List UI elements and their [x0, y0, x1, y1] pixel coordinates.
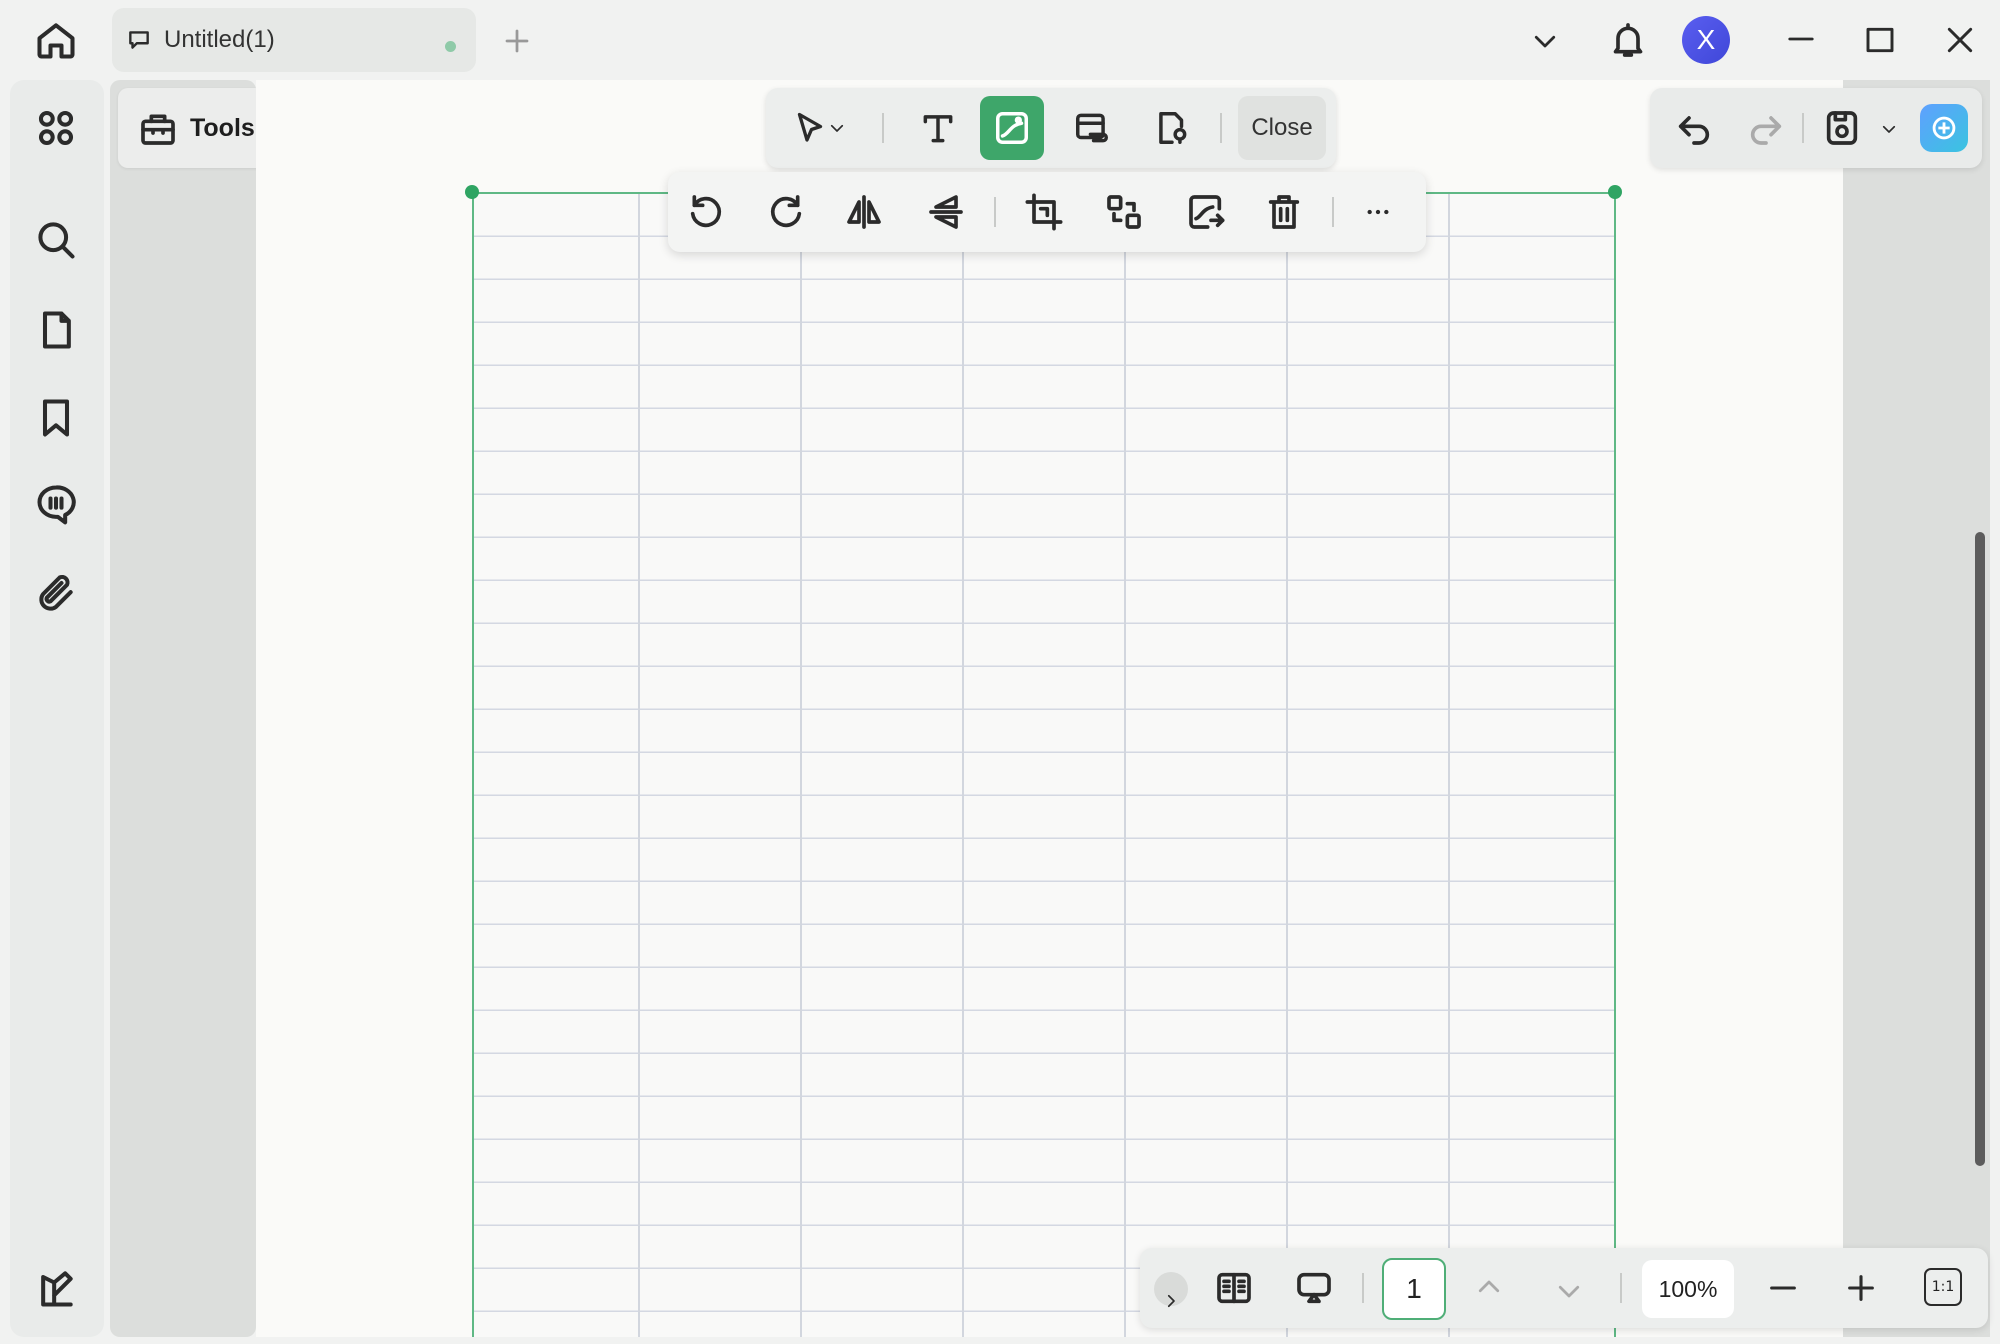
zoom-out-icon[interactable]	[1766, 1271, 1800, 1305]
image-edit-icon	[993, 109, 1031, 147]
flip-vertical-icon[interactable]	[926, 192, 966, 232]
canvas-gutter	[1843, 80, 1990, 1337]
presentation-icon[interactable]	[1294, 1268, 1334, 1308]
comment-icon	[126, 27, 152, 53]
image-toolbar	[668, 172, 1426, 252]
chevron-down-icon[interactable]	[1880, 120, 1898, 138]
close-window-icon[interactable]	[1944, 24, 1976, 56]
edit-toolbar: Close	[766, 88, 1336, 168]
rotate-left-icon[interactable]	[686, 192, 726, 232]
flip-horizontal-icon[interactable]	[844, 192, 884, 232]
unsaved-dot	[445, 41, 456, 52]
text-tool-button[interactable]	[906, 96, 970, 160]
actual-size-label: 1:1	[1931, 1279, 1955, 1295]
history-toolbar	[1650, 88, 1982, 168]
cursor-icon	[792, 110, 828, 146]
apps-icon[interactable]	[34, 106, 78, 150]
link-tool-button[interactable]	[1060, 96, 1124, 160]
avatar[interactable]: X	[1682, 16, 1730, 64]
redo-icon[interactable]	[1746, 108, 1786, 148]
selected-image[interactable]	[472, 192, 1616, 1337]
trash-icon[interactable]	[1264, 192, 1304, 232]
actual-size-button[interactable]: 1:1	[1924, 1268, 1962, 1306]
chevron-down-icon[interactable]	[1530, 26, 1560, 56]
resize-handle-top-left[interactable]	[465, 185, 479, 199]
tools-panel	[110, 80, 256, 1337]
stamp-tool-button[interactable]	[1140, 96, 1204, 160]
next-page-icon[interactable]	[1554, 1276, 1584, 1306]
tools-label: Tools	[190, 113, 255, 142]
page-navigation-bar: 1 100% 1:1	[1140, 1248, 1988, 1328]
resize-handle-top-right[interactable]	[1608, 185, 1622, 199]
page-number-input[interactable]: 1	[1382, 1258, 1446, 1320]
bell-icon[interactable]	[1608, 20, 1648, 60]
zoom-level[interactable]: 100%	[1642, 1260, 1734, 1318]
comment-icon[interactable]	[34, 482, 78, 526]
reading-mode-icon[interactable]	[1214, 1268, 1254, 1308]
ai-assistant-icon[interactable]	[1920, 104, 1968, 152]
attachment-icon[interactable]	[34, 572, 78, 616]
close-edit-button[interactable]: Close	[1238, 96, 1326, 160]
chevron-right-icon	[1162, 1292, 1180, 1310]
left-sidebar	[10, 80, 104, 1337]
text-icon	[919, 109, 957, 147]
chevron-down-icon	[828, 119, 846, 137]
bookmark-icon[interactable]	[34, 396, 78, 440]
search-icon[interactable]	[34, 218, 78, 262]
zoom-in-icon[interactable]	[1844, 1271, 1878, 1305]
minimize-icon[interactable]	[1786, 24, 1816, 54]
theme-icon[interactable]	[34, 1266, 78, 1310]
undo-icon[interactable]	[1674, 108, 1714, 148]
more-icon[interactable]	[1358, 192, 1398, 232]
rotate-right-icon[interactable]	[766, 192, 806, 232]
extract-icon[interactable]	[1186, 192, 1226, 232]
replace-icon[interactable]	[1104, 192, 1144, 232]
document-tab[interactable]: Untitled(1)	[112, 8, 476, 72]
new-tab-icon[interactable]	[502, 26, 532, 56]
previous-page-icon[interactable]	[1474, 1272, 1504, 1302]
tools-button[interactable]: Tools	[118, 88, 268, 168]
vertical-scrollbar[interactable]	[1975, 532, 1985, 1166]
crop-icon[interactable]	[1024, 192, 1064, 232]
save-icon[interactable]	[1822, 108, 1862, 148]
link-icon	[1073, 109, 1111, 147]
toolbox-icon	[138, 108, 178, 148]
select-tool-button[interactable]	[782, 96, 856, 160]
tab-title: Untitled(1)	[164, 26, 275, 53]
page-icon[interactable]	[34, 308, 78, 352]
home-icon[interactable]	[34, 18, 78, 62]
location-icon	[1153, 109, 1191, 147]
maximize-icon[interactable]	[1864, 24, 1896, 56]
expand-button[interactable]	[1154, 1272, 1188, 1308]
image-tool-button[interactable]	[980, 96, 1044, 160]
